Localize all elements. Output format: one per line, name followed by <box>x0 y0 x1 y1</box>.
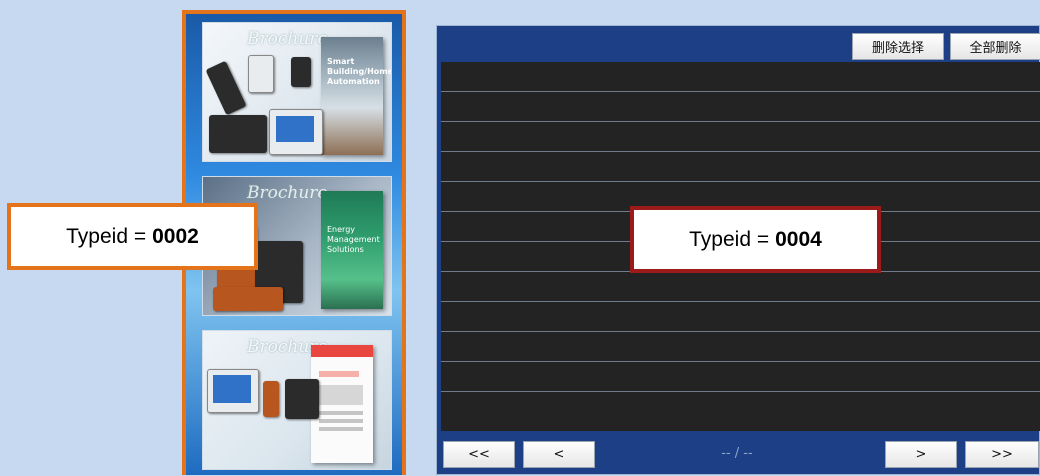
brochure-cover-text: Energy Management Solutions <box>327 225 380 254</box>
brochure-card-products[interactable]: Brochure <box>202 330 392 470</box>
brochure-title: Brochure <box>247 183 328 203</box>
annotation-label: Typeid = <box>689 227 770 251</box>
device-touchpanel-image <box>207 369 259 413</box>
delete-all-button[interactable]: 全部删除 <box>950 33 1040 60</box>
device-card-image <box>291 57 311 87</box>
list-row[interactable] <box>441 362 1040 392</box>
device-touchpanel-image <box>269 109 323 155</box>
panel-toolbar: 删除选择 全部删除 <box>437 26 1040 62</box>
device-controller-image <box>209 115 267 153</box>
device-module-image <box>248 55 274 93</box>
typeid-annotation-left: Typeid = 0002 <box>7 203 258 270</box>
device-module-image <box>263 381 279 417</box>
last-page-button[interactable]: >> <box>965 441 1039 468</box>
list-row[interactable] <box>441 152 1040 182</box>
pager: << < -- / -- > >> <box>437 434 1040 476</box>
brochure-cover <box>311 345 373 463</box>
next-page-button[interactable]: > <box>885 441 957 468</box>
list-row[interactable] <box>441 392 1040 422</box>
list-row[interactable] <box>441 92 1040 122</box>
list-row[interactable] <box>441 302 1040 332</box>
typeid-annotation-center: Typeid = 0004 <box>630 206 881 273</box>
device-panel-image <box>205 60 247 116</box>
brochure-cover: Smart Building/Home Automation <box>321 37 392 155</box>
list-row[interactable] <box>441 332 1040 362</box>
brochure-title: Brochure <box>247 29 328 49</box>
brochure-cover-text: Smart Building/Home Automation <box>327 57 392 86</box>
page-indicator: -- / -- <box>721 446 753 461</box>
list-row[interactable] <box>441 122 1040 152</box>
annotation-label: Typeid = <box>66 224 147 248</box>
device-rail-image <box>213 287 283 311</box>
list-row[interactable] <box>441 272 1040 302</box>
brochure-cover: Energy Management Solutions <box>321 191 383 309</box>
annotation-value: 0002 <box>152 224 199 248</box>
prev-page-button[interactable]: < <box>523 441 595 468</box>
first-page-button[interactable]: << <box>443 441 515 468</box>
device-controller-image <box>285 379 319 419</box>
delete-selected-button[interactable]: 删除选择 <box>852 33 944 60</box>
list-row[interactable] <box>441 62 1040 92</box>
brochure-card-smart-building[interactable]: Brochure Smart Building/Home Automation <box>202 22 392 162</box>
annotation-value: 0004 <box>775 227 822 251</box>
